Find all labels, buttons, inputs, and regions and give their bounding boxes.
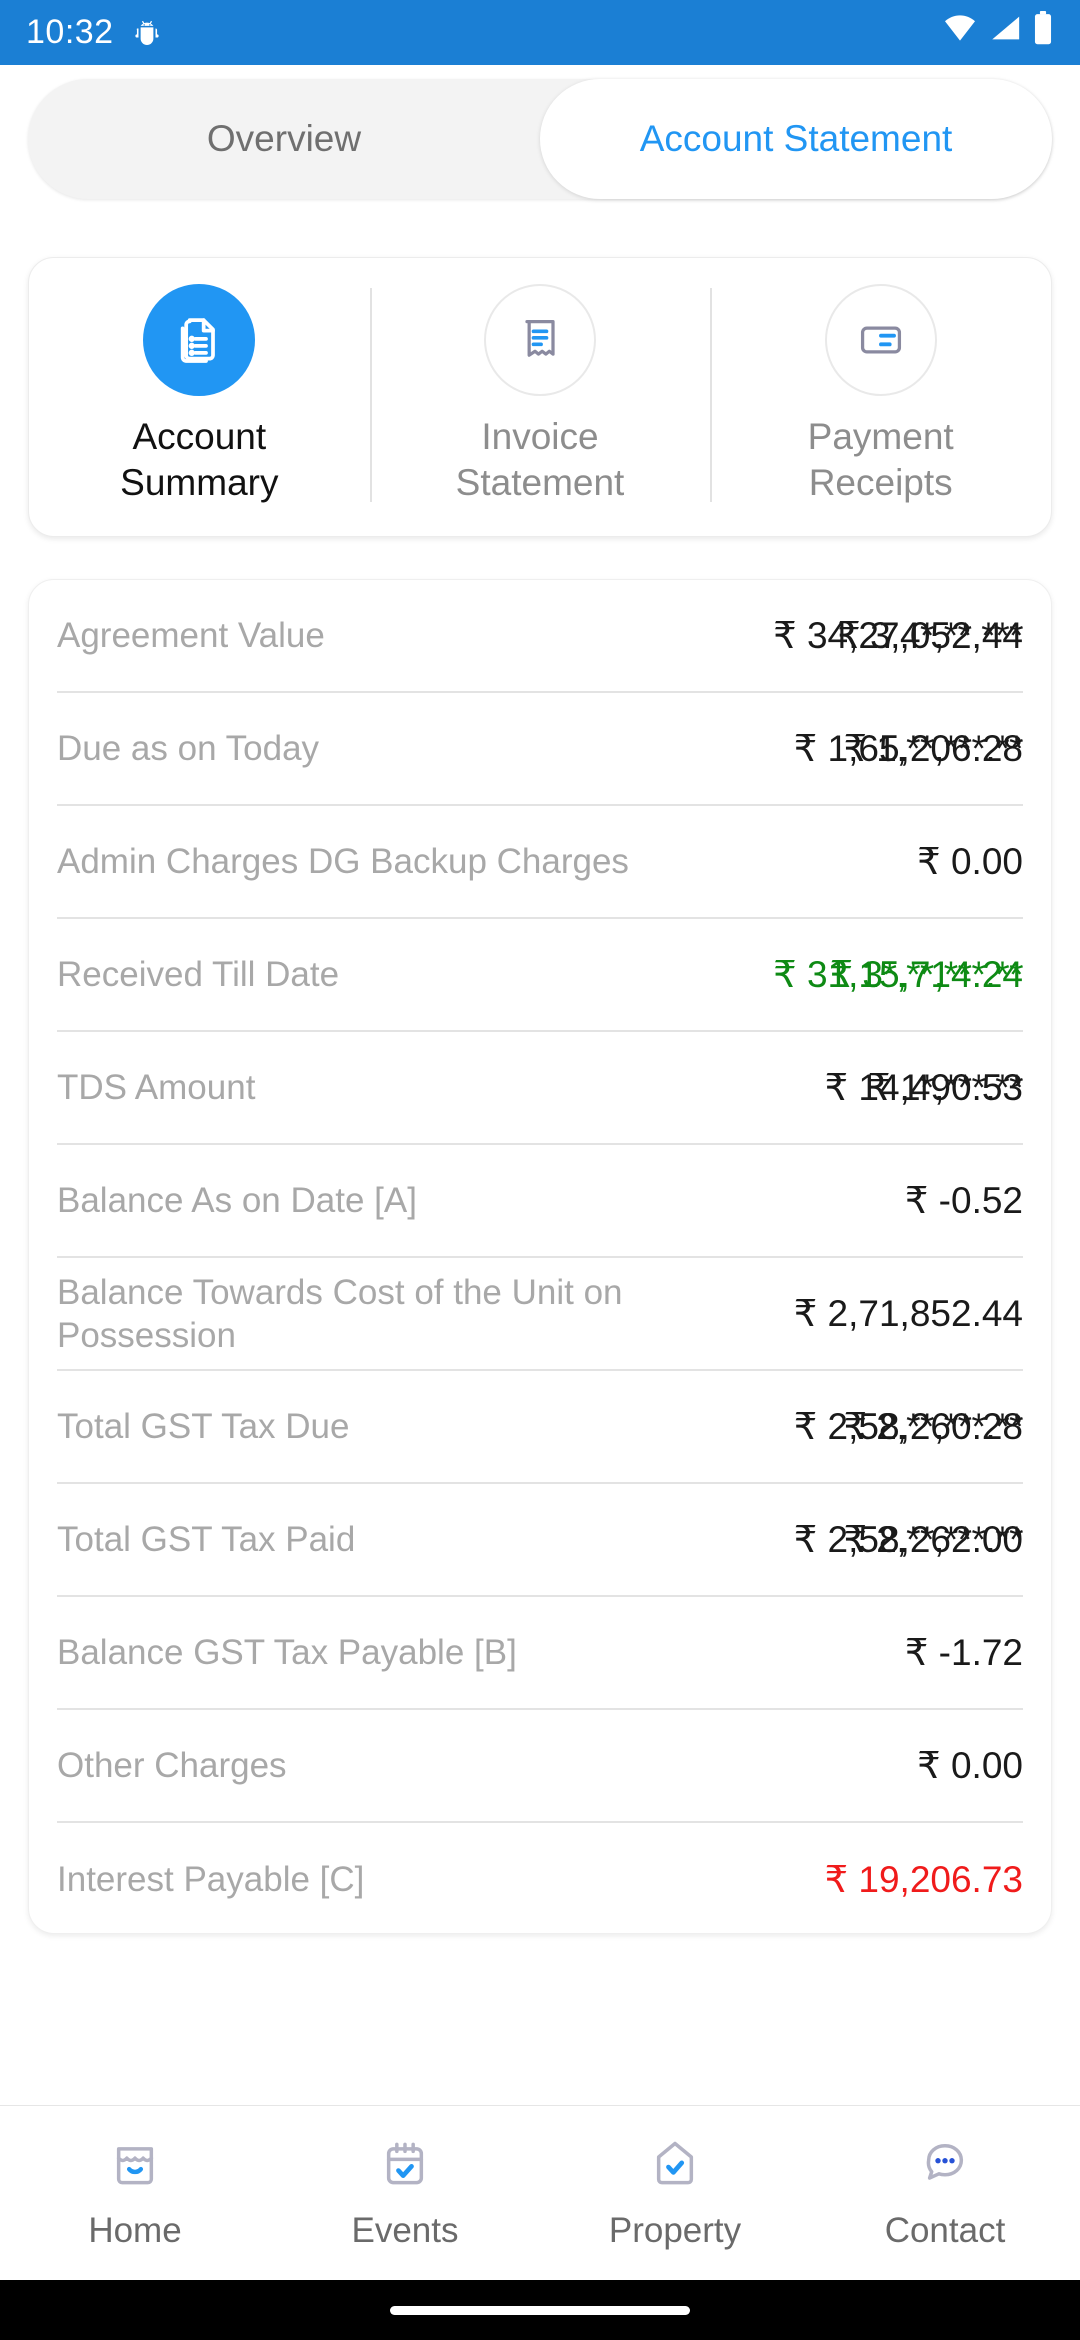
shortcut-label-payment-receipts: Payment Receipts [808, 414, 954, 506]
tab-bar-container: Overview Account Statement [0, 65, 1080, 199]
nav-item-home[interactable]: Home [0, 2136, 270, 2251]
account-summary-list: Agreement Value ₹ 34,27,052.44 ₹ 3,4*,**… [28, 579, 1052, 1934]
bottom-navigation: Home Events Property Contact [0, 2105, 1080, 2280]
status-bar-indicators [942, 11, 1054, 54]
row-value-masked: ₹ 2,**,***.** [843, 1519, 1023, 1560]
nav-item-events[interactable]: Events [270, 2136, 540, 2251]
shortcut-label-line1: Invoice [481, 416, 599, 457]
shortcut-label-line1: Account [132, 416, 267, 457]
tab-account-statement[interactable]: Account Statement [540, 79, 1052, 199]
table-row: Total GST Tax Due ₹ 2,58,260.28 ₹ 2,**,*… [57, 1371, 1024, 1484]
shortcut-payment-receipts[interactable]: Payment Receipts [710, 284, 1051, 506]
row-label: Due as on Today [57, 729, 320, 768]
nav-label-property: Property [608, 2210, 742, 2250]
table-row: Due as on Today ₹ 1,65,206.28 ₹ 1,**,***… [57, 693, 1024, 806]
row-value: ₹ -1.72 [904, 1632, 1023, 1673]
table-row: Other Charges ₹ 0.00 [57, 1710, 1023, 1823]
status-bar: 10:32 [0, 0, 1080, 65]
nav-item-property[interactable]: Property [540, 2136, 810, 2251]
row-value: ₹ 34,27,052.44 ₹ 3,4*,**,*** [773, 614, 1023, 657]
shortcut-label-line2: Receipts [808, 462, 953, 503]
android-bug-icon [130, 16, 164, 50]
row-value-masked: ₹ 3,4*,**,*** [837, 615, 1023, 656]
row-value: ₹ 2,58,262.00 ₹ 2,**,***.** [794, 1518, 1024, 1561]
row-value: ₹ 2,58,260.28 ₹ 2,**,***.** [794, 1405, 1024, 1448]
dots-bubble-icon [917, 2136, 973, 2197]
row-value-masked: ₹ 2,**,***.** [843, 1406, 1023, 1447]
tab-bar: Overview Account Statement [28, 79, 1052, 199]
row-label: Total GST Tax Paid [57, 1520, 356, 1559]
row-label: TDS Amount [57, 1068, 256, 1107]
table-row: Balance GST Tax Payable [B] ₹ -1.72 [57, 1597, 1023, 1710]
table-row: Total GST Tax Paid ₹ 2,58,262.00 ₹ 2,**,… [57, 1484, 1024, 1597]
row-value: ₹ 0.00 [917, 841, 1023, 882]
row-value-masked: ₹ 1,**,***.** [843, 728, 1023, 769]
shortcut-account-summary[interactable]: Account Summary [29, 284, 370, 506]
row-label: Admin Charges DG Backup Charges [57, 842, 629, 881]
shortcut-label-invoice-statement: Invoice Statement [456, 414, 625, 506]
overlapped-value: ₹ 31,15,714.24 ₹ 3*,**,***.** [773, 953, 1023, 996]
gesture-pill[interactable] [390, 2305, 690, 2315]
nav-label-events: Events [351, 2210, 459, 2250]
overlapped-value: ₹ 34,27,052.44 ₹ 3,4*,**,*** [773, 614, 1023, 657]
shortcut-label-line2: Summary [120, 462, 279, 503]
nav-label-home: Home [88, 2210, 182, 2250]
row-label: Balance As on Date [A] [57, 1181, 417, 1220]
overlapped-value: ₹ 14,490.53 ₹ 1*,***.** [825, 1066, 1024, 1109]
table-row: Agreement Value ₹ 34,27,052.44 ₹ 3,4*,**… [57, 580, 1023, 693]
house-check-icon [647, 2136, 703, 2197]
row-label: Agreement Value [57, 616, 325, 655]
table-row: TDS Amount ₹ 14,490.53 ₹ 1*,***.** [57, 1032, 1024, 1145]
row-value: ₹ 1,65,206.28 ₹ 1,**,***.** [794, 727, 1024, 770]
wifi-icon [942, 13, 978, 52]
table-row: Admin Charges DG Backup Charges ₹ 0.00 [57, 806, 1023, 919]
shortcut-label-line1: Payment [807, 416, 954, 457]
signal-icon [988, 13, 1022, 52]
table-row: Balance As on Date [A] ₹ -0.52 [57, 1145, 1023, 1258]
row-label: Interest Payable [C] [57, 1860, 365, 1899]
overlapped-value: ₹ 2,58,260.28 ₹ 2,**,***.** [794, 1405, 1024, 1448]
row-value: ₹ 0.00 [917, 1745, 1023, 1786]
table-row: Interest Payable [C] ₹ 19,206.73 [57, 1823, 1023, 1933]
shortcut-card: Account Summary Invoice Statement Paymen… [28, 257, 1052, 537]
table-row: Balance Towards Cost of the Unit on Poss… [57, 1258, 1023, 1371]
row-label: Balance Towards Cost of the Unit on Poss… [57, 1272, 623, 1355]
overlapped-value: ₹ 2,58,262.00 ₹ 2,**,***.** [794, 1518, 1024, 1561]
tab-overview[interactable]: Overview [28, 79, 540, 199]
row-label: Received Till Date [57, 955, 340, 994]
row-label: Balance GST Tax Payable [B] [57, 1633, 517, 1672]
row-value: ₹ 2,71,852.44 [793, 1293, 1023, 1334]
row-value: ₹ -0.52 [904, 1180, 1023, 1221]
nav-item-contact[interactable]: Contact [810, 2136, 1080, 2251]
store-home-icon [107, 2136, 163, 2197]
payment-card-icon [824, 284, 937, 396]
gesture-navigation-bar [0, 2280, 1080, 2340]
row-label: Other Charges [57, 1746, 287, 1785]
row-value-masked: ₹ 1*,***.** [867, 1067, 1023, 1108]
row-value: ₹ 31,15,714.24 ₹ 3*,**,***.** [773, 953, 1023, 996]
status-bar-time: 10:32 [26, 13, 114, 51]
battery-icon [1032, 11, 1054, 54]
row-label: Total GST Tax Due [57, 1407, 350, 1446]
row-value-masked: ₹ 3*,**,***.** [829, 954, 1024, 995]
shortcut-invoice-statement[interactable]: Invoice Statement [369, 284, 711, 506]
row-value: ₹ 19,206.73 [824, 1859, 1023, 1900]
table-row: Received Till Date ₹ 31,15,714.24 ₹ 3*,*… [57, 919, 1023, 1032]
shortcut-row: Account Summary Invoice Statement Paymen… [29, 258, 1051, 536]
invoice-receipt-icon [484, 284, 596, 396]
shortcut-label-line2: Statement [455, 462, 625, 503]
documents-list-icon [143, 284, 256, 396]
overlapped-value: ₹ 1,65,206.28 ₹ 1,**,***.** [794, 727, 1024, 770]
row-value: ₹ 14,490.53 ₹ 1*,***.** [825, 1066, 1024, 1109]
shortcut-label-account-summary: Account Summary [120, 414, 278, 506]
calendar-check-icon [377, 2136, 433, 2197]
nav-label-contact: Contact [884, 2210, 1006, 2250]
